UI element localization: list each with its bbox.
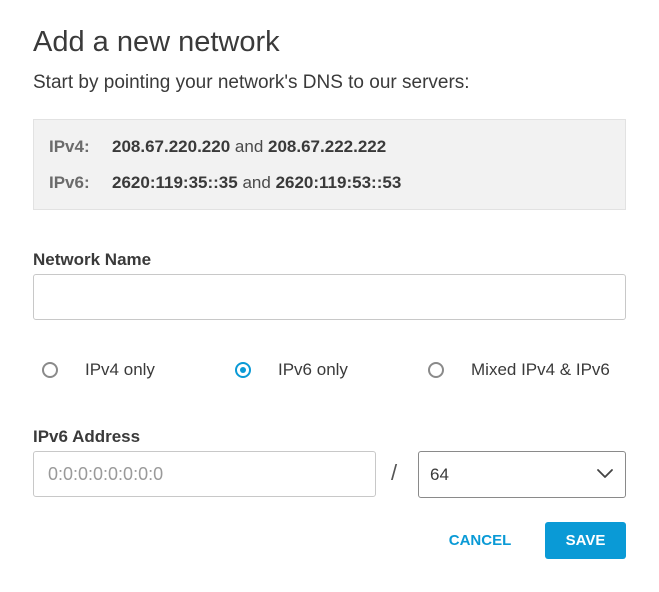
radio-mixed[interactable]: Mixed IPv4 & IPv6 <box>428 360 610 380</box>
network-name-label: Network Name <box>33 250 152 269</box>
chevron-down-icon[interactable] <box>596 465 614 483</box>
add-network-dialog: Add a new network Start by pointing your… <box>0 0 659 592</box>
protocol-radio-group: IPv4 only IPv6 only Mixed IPv4 & IPv6 <box>0 360 659 386</box>
radio-circle-icon[interactable] <box>428 362 444 378</box>
dns-ipv4-primary: 208.67.220.220 <box>112 137 231 156</box>
dialog-title: Add a new network <box>33 26 280 58</box>
prefix-length-value[interactable]: 64 <box>430 465 449 485</box>
radio-ipv4-only-label[interactable]: IPv4 only <box>85 360 155 380</box>
prefix-separator: / <box>391 460 398 485</box>
radio-circle-icon[interactable] <box>42 362 58 378</box>
cancel-button[interactable]: CANCEL <box>440 522 520 559</box>
dns-row-ipv4: IPv4: 208.67.220.220 and 208.67.222.222 <box>49 137 386 157</box>
save-button[interactable]: SAVE <box>545 522 626 559</box>
ipv6-address-label: IPv6 Address <box>33 427 141 446</box>
radio-ipv6-only[interactable]: IPv6 only <box>235 360 348 380</box>
dns-row-ipv6: IPv6: 2620:119:35::35 and 2620:119:53::53 <box>49 173 401 193</box>
radio-mixed-label[interactable]: Mixed IPv4 & IPv6 <box>471 360 610 380</box>
dns-ipv6-secondary: 2620:119:53::53 <box>275 173 402 192</box>
network-name-input[interactable] <box>33 274 626 320</box>
dns-ipv6-joiner: and <box>242 173 271 192</box>
radio-ipv4-only[interactable]: IPv4 only <box>42 360 155 380</box>
dns-servers-box: IPv4: 208.67.220.220 and 208.67.222.222 I… <box>33 119 626 210</box>
radio-checked-icon[interactable] <box>235 362 251 378</box>
dns-ipv6-label: IPv6: <box>49 173 90 192</box>
dns-ipv4-secondary: 208.67.222.222 <box>268 137 387 156</box>
dns-ipv4-joiner: and <box>234 137 264 156</box>
dns-ipv4-label: IPv4: <box>49 137 90 156</box>
ipv6-address-input[interactable] <box>33 451 376 497</box>
radio-ipv6-only-label[interactable]: IPv6 only <box>278 360 348 380</box>
prefix-length-select[interactable]: 64 <box>418 451 626 498</box>
dns-ipv6-primary: 2620:119:35::35 <box>112 173 238 192</box>
dialog-subtitle: Start by pointing your network's DNS to … <box>33 72 470 93</box>
